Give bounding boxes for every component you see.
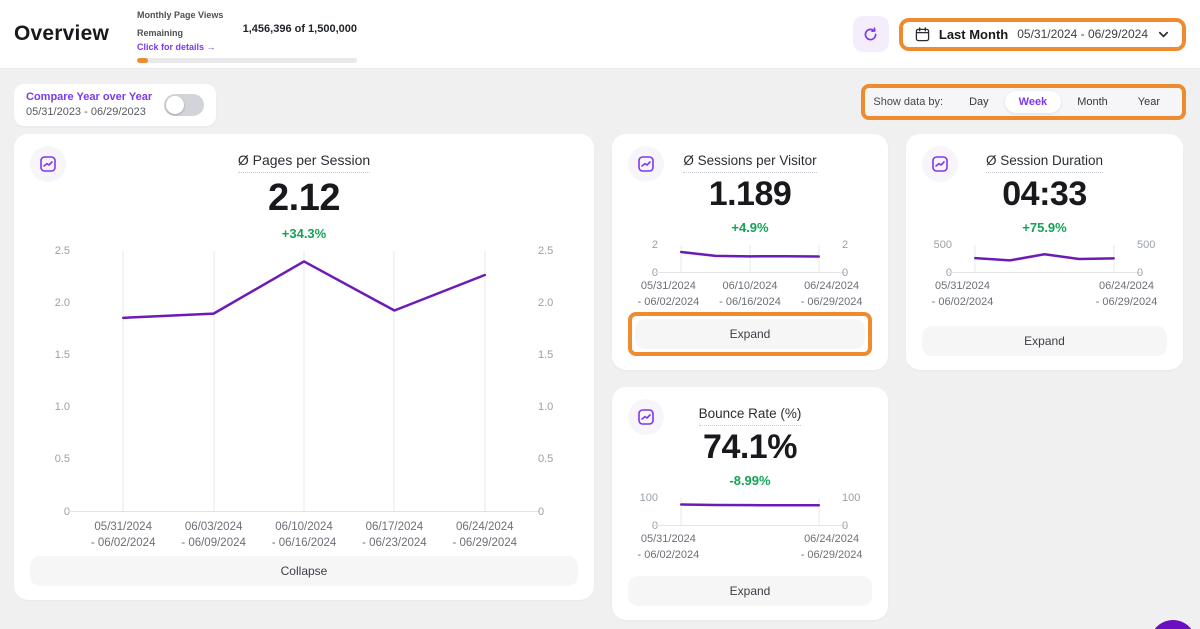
usage-progress-fill xyxy=(137,58,148,63)
trend-chart-icon xyxy=(628,399,664,435)
chart-plot xyxy=(664,498,836,526)
metric-cards-area: Ø Pages per Session 2.12 +34.3% 2.52.01.… xyxy=(14,134,1186,620)
card-bounce-rate: Bounce Rate (%) 74.1% -8.99% 1000 1000 0… xyxy=(612,387,888,620)
pages-per-session-chart: 2.52.01.51.00.50 2.52.01.51.00.50 05/31/… xyxy=(30,251,578,556)
card-pages-per-session: Ø Pages per Session 2.12 +34.3% 2.52.01.… xyxy=(14,134,594,600)
metric-value: 04:33 xyxy=(922,175,1167,214)
trend-chart-icon xyxy=(30,146,66,182)
metric-change: +4.9% xyxy=(628,220,872,235)
y-axis-left: 1000 xyxy=(628,498,658,526)
collapse-button[interactable]: Collapse xyxy=(30,556,578,586)
metric-title: Ø Pages per Session xyxy=(238,152,370,173)
show-data-by-option-year[interactable]: Year xyxy=(1124,91,1174,113)
y-axis-left: 2.52.01.51.00.50 xyxy=(30,251,70,512)
expand-button[interactable]: Expand xyxy=(922,326,1167,356)
metric-title: Bounce Rate (%) xyxy=(699,406,802,426)
top-header: Overview Monthly Page Views Remaining Cl… xyxy=(0,0,1200,69)
metric-change: +34.3% xyxy=(30,226,578,241)
show-data-by-label: Show data by: xyxy=(873,96,943,108)
compare-yoy-toggle[interactable] xyxy=(164,94,204,116)
toggle-knob xyxy=(166,96,184,114)
usage-label: Monthly Page Views Remaining xyxy=(137,10,223,38)
card-sessions-per-visitor: Ø Sessions per Visitor 1.189 +4.9% 20 20… xyxy=(612,134,888,370)
compare-yoy-label: Compare Year over Year xyxy=(26,90,152,105)
y-axis-left: 5000 xyxy=(922,245,952,273)
y-axis-left: 20 xyxy=(628,245,658,273)
y-axis-right: 20 xyxy=(842,245,872,273)
refresh-button[interactable] xyxy=(853,16,889,52)
refresh-icon xyxy=(862,26,879,43)
metric-title: Ø Session Duration xyxy=(986,153,1103,173)
y-axis-right: 1000 xyxy=(842,498,872,526)
usage-value: 1,456,396 of 1,500,000 xyxy=(243,23,357,35)
card-session-duration: Ø Session Duration 04:33 +75.9% 5000 500… xyxy=(906,134,1183,370)
page-title: Overview xyxy=(14,22,109,46)
datepicker-highlight: Last Month 05/31/2024 - 06/29/2024 xyxy=(899,18,1186,51)
metric-value: 1.189 xyxy=(628,175,872,214)
chart-plot xyxy=(958,245,1131,273)
datepicker-range: 05/31/2024 - 06/29/2024 xyxy=(1017,27,1148,41)
sessions-per-visitor-chart: 20 20 05/31/2024- 06/02/202406/10/2024- … xyxy=(628,245,872,312)
metric-value: 74.1% xyxy=(628,428,872,467)
trend-chart-icon xyxy=(922,146,958,182)
compare-yoy-range: 05/31/2023 - 06/29/2023 xyxy=(26,105,152,119)
metric-change: +75.9% xyxy=(922,220,1167,235)
metric-title: Ø Sessions per Visitor xyxy=(683,153,816,173)
show-data-by-control: Show data by: Day Week Month Year xyxy=(865,88,1182,116)
expand-button-highlight: Expand xyxy=(628,312,872,356)
calendar-icon xyxy=(915,27,930,42)
chevron-down-icon xyxy=(1157,28,1170,41)
show-data-by-option-day[interactable]: Day xyxy=(955,91,1003,113)
metric-change: -8.99% xyxy=(628,473,872,488)
expand-button[interactable]: Expand xyxy=(628,576,872,606)
session-duration-chart: 5000 5000 05/31/2024- 06/02/202406/24/20… xyxy=(922,245,1167,326)
bounce-rate-chart: 1000 1000 05/31/2024- 06/02/202406/24/20… xyxy=(628,498,872,576)
show-data-by-highlight: Show data by: Day Week Month Year xyxy=(861,84,1186,120)
trend-chart-icon xyxy=(628,146,664,182)
datepicker-preset: Last Month xyxy=(939,27,1008,42)
y-axis-right: 2.52.01.51.00.50 xyxy=(538,251,578,512)
monthly-pageviews-widget: Monthly Page Views Remaining Click for d… xyxy=(137,5,357,63)
show-data-by-option-week[interactable]: Week xyxy=(1005,91,1062,113)
date-range-picker[interactable]: Last Month 05/31/2024 - 06/29/2024 xyxy=(903,22,1182,47)
metric-value: 2.12 xyxy=(30,177,578,220)
usage-details-link[interactable]: Click for details → xyxy=(137,42,233,52)
floating-action-button[interactable] xyxy=(1150,620,1196,629)
expand-button[interactable]: Expand xyxy=(635,319,865,349)
show-data-by-option-month[interactable]: Month xyxy=(1063,91,1122,113)
compare-yoy-card: Compare Year over Year 05/31/2023 - 06/2… xyxy=(14,84,216,126)
controls-row: Compare Year over Year 05/31/2023 - 06/2… xyxy=(14,84,1186,126)
chart-plot xyxy=(664,245,836,273)
y-axis-right: 5000 xyxy=(1137,245,1167,273)
chart-plot xyxy=(78,251,530,512)
usage-progress-bar xyxy=(137,58,357,63)
